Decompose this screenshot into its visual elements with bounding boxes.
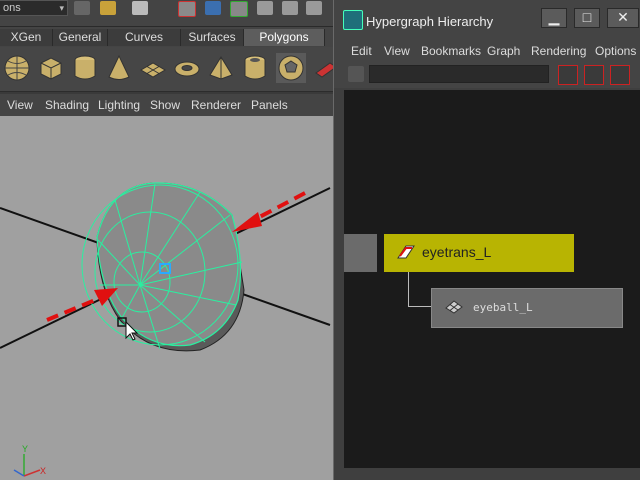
- scene-hierarchy-icon[interactable]: [558, 65, 578, 85]
- viewport-menu-renderer[interactable]: Renderer: [191, 98, 241, 112]
- viewport-menu-panels[interactable]: Panels: [251, 98, 288, 112]
- tab-general[interactable]: General: [53, 29, 108, 46]
- maximize-button[interactable]: □: [574, 8, 600, 28]
- menu-set-dropdown[interactable]: ons ▾: [0, 0, 68, 16]
- menu-graph[interactable]: Graph: [487, 44, 520, 58]
- sphere-icon[interactable]: [2, 53, 32, 83]
- red-arrow-left: [46, 288, 118, 322]
- axis-y-label: Y: [22, 444, 29, 454]
- pick-mask-icon[interactable]: [257, 1, 273, 15]
- mesh-node-icon: [445, 300, 463, 314]
- window-title: Hypergraph Hierarchy: [366, 14, 494, 29]
- cone-icon[interactable]: [104, 53, 134, 83]
- hypergraph-graph-area[interactable]: eyetrans_L eyeball_L: [344, 90, 640, 468]
- save-icon[interactable]: [132, 1, 148, 15]
- tab-polygons[interactable]: Polygons: [244, 29, 325, 46]
- viewport-menu-show[interactable]: Show: [150, 98, 180, 112]
- new-scene-icon[interactable]: [74, 1, 90, 15]
- polygon-shelf: [0, 47, 337, 92]
- node-label: eyetrans_L: [422, 244, 492, 260]
- eyeball-mesh[interactable]: [81, 182, 245, 352]
- shelf-tabs: XGen General Curves Surfaces Polygons: [0, 27, 335, 47]
- transform-node-icon: [397, 245, 415, 259]
- window-titlebar[interactable]: Hypergraph Hierarchy ▁ □ ✕: [334, 0, 640, 40]
- hypergraph-menu-bar: Edit View Bookmarks Graph Rendering Opti…: [334, 40, 640, 62]
- pick-mask-icon[interactable]: [282, 1, 298, 15]
- select-hierarchy-icon[interactable]: [178, 1, 196, 17]
- chevron-down-icon: ▾: [59, 3, 64, 13]
- select-component-icon[interactable]: [230, 1, 248, 17]
- cylinder-icon[interactable]: [70, 53, 100, 83]
- soccer-ball-icon[interactable]: [276, 53, 306, 83]
- frame-all-icon[interactable]: [584, 65, 604, 85]
- node-label: eyeball_L: [473, 301, 533, 314]
- node-eyetrans-l[interactable]: eyetrans_L: [384, 234, 574, 272]
- menu-bookmarks[interactable]: Bookmarks: [421, 44, 481, 58]
- frame-selection-icon[interactable]: [610, 65, 630, 85]
- select-object-icon[interactable]: [205, 1, 221, 15]
- open-folder-icon[interactable]: [100, 1, 116, 15]
- tab-surfaces[interactable]: Surfaces: [181, 29, 244, 46]
- axis-gizmo-icon: [13, 454, 41, 477]
- minimize-button[interactable]: ▁: [541, 8, 567, 28]
- viewport-menu-view[interactable]: View: [7, 98, 33, 112]
- axis-x-label: X: [40, 466, 47, 476]
- perspective-viewport[interactable]: Y X: [0, 116, 334, 480]
- hypergraph-toolbar: [334, 62, 640, 88]
- filter-field[interactable]: [369, 65, 549, 83]
- graph-node-partial[interactable]: [344, 234, 377, 272]
- menu-set-value: ons: [3, 2, 21, 14]
- pyramid-icon[interactable]: [206, 53, 236, 83]
- viewport-menu-lighting[interactable]: Lighting: [98, 98, 140, 112]
- tab-xgen[interactable]: XGen: [0, 29, 53, 46]
- menu-rendering[interactable]: Rendering: [531, 44, 586, 58]
- pick-mask-icon[interactable]: [306, 1, 322, 15]
- bookmark-icon[interactable]: [348, 66, 364, 82]
- menu-view[interactable]: View: [384, 44, 410, 58]
- hierarchy-connector: [408, 272, 409, 306]
- red-arrow-right: [232, 191, 306, 232]
- close-button[interactable]: ✕: [607, 8, 639, 28]
- viewport-menu-bar: View Shading Lighting Show Renderer Pane…: [0, 94, 335, 116]
- cube-icon[interactable]: [36, 53, 66, 83]
- tab-curves[interactable]: Curves: [108, 29, 181, 46]
- plane-icon[interactable]: [138, 53, 168, 83]
- hypergraph-window: Hypergraph Hierarchy ▁ □ ✕ Edit View Boo…: [333, 0, 640, 480]
- torus-icon[interactable]: [172, 53, 202, 83]
- menu-edit[interactable]: Edit: [351, 44, 372, 58]
- viewport-menu-shading[interactable]: Shading: [45, 98, 89, 112]
- node-eyeball-l[interactable]: eyeball_L: [431, 288, 623, 328]
- maya-app-icon: [343, 10, 363, 30]
- pipe-icon[interactable]: [240, 53, 270, 83]
- menu-options[interactable]: Options: [595, 44, 636, 58]
- hierarchy-connector: [408, 306, 432, 307]
